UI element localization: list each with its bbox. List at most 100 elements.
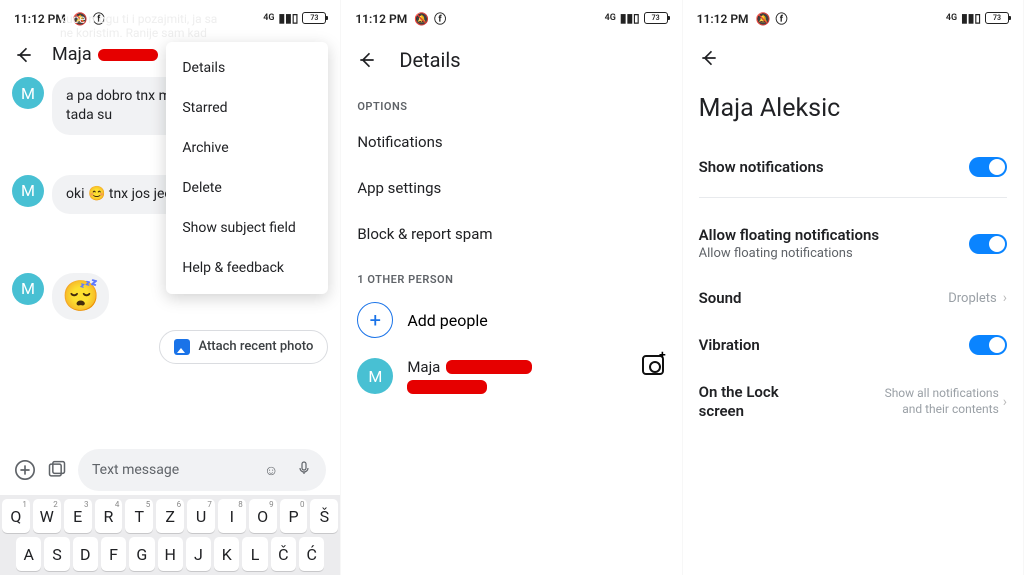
facebook-icon: ⓕ [434, 12, 446, 26]
avatar[interactable]: M [12, 77, 44, 109]
option-notifications[interactable]: Notifications [341, 119, 681, 165]
person-row[interactable]: M Maja [341, 348, 681, 404]
vibration-row[interactable]: Vibration [683, 321, 1023, 369]
floating-notifications-row[interactable]: Allow floating notifications Allow float… [683, 212, 1023, 275]
battery-icon: 73 [985, 12, 1009, 24]
key-Q[interactable]: Q1 [2, 499, 30, 533]
toggle-switch[interactable] [969, 234, 1007, 254]
menu-item-delete[interactable]: Delete [166, 168, 328, 208]
menu-item-show-subject-field[interactable]: Show subject field [166, 208, 328, 248]
section-label-options: OPTIONS [341, 84, 681, 119]
sound-row[interactable]: Sound Droplets › [683, 275, 1023, 321]
volte-icon: 4G [605, 13, 616, 23]
key-F[interactable]: F [101, 537, 126, 571]
attach-suggestion-row: Attach recent photo [12, 330, 328, 364]
message-input[interactable]: Text message ☺ [78, 449, 326, 491]
lock-screen-row[interactable]: On the Lock screen Show all notification… [683, 369, 1023, 435]
chevron-right-icon: › [1003, 393, 1007, 411]
key-P[interactable]: P0 [280, 499, 308, 533]
gallery-button[interactable] [46, 459, 68, 481]
key-T[interactable]: T5 [125, 499, 153, 533]
back-button[interactable] [699, 48, 719, 68]
back-button[interactable] [357, 50, 377, 70]
redacted-lastname [446, 360, 532, 374]
avatar: M [357, 358, 393, 394]
row-label: Vibration [699, 336, 760, 354]
avatar[interactable]: M [12, 175, 44, 207]
divider [699, 197, 1007, 198]
option-app-settings[interactable]: App settings [341, 165, 681, 211]
page-title: Maja Aleksic [683, 84, 1023, 143]
attach-recent-photo-button[interactable]: Attach recent photo [159, 330, 328, 364]
redacted-lastname [98, 49, 158, 61]
key-Š[interactable]: Š [310, 499, 338, 533]
message-composer: Text message ☺ [0, 449, 340, 491]
volte-icon: 4G [946, 13, 957, 23]
key-E[interactable]: E3 [64, 499, 92, 533]
person-name-prefix: Maja [407, 358, 440, 376]
toggle-switch[interactable] [969, 335, 1007, 355]
key-Č[interactable]: Č [271, 537, 296, 571]
page-title: Details [399, 48, 460, 72]
battery-icon: 73 [644, 12, 668, 24]
row-value: Droplets [948, 291, 997, 306]
status-time: 11:12 PM [14, 12, 66, 26]
key-S[interactable]: S [44, 537, 69, 571]
facebook-icon: ⓕ [775, 12, 787, 26]
key-Z[interactable]: Z6 [156, 499, 184, 533]
back-button[interactable] [14, 45, 34, 65]
overflow-menu: DetailsStarredArchiveDeleteShow subject … [166, 42, 328, 294]
show-notifications-row[interactable]: Show notifications [683, 143, 1023, 191]
key-R[interactable]: R4 [95, 499, 123, 533]
add-icon: + [357, 302, 393, 338]
key-K[interactable]: K [214, 537, 239, 571]
key-O[interactable]: O9 [249, 499, 277, 533]
status-time: 11:12 PM [355, 12, 407, 26]
key-W[interactable]: W2 [33, 499, 61, 533]
menu-item-starred[interactable]: Starred [166, 88, 328, 128]
message-bubble-emoji: 😴 [52, 273, 109, 320]
row-value: Show all notifications and their content… [867, 386, 999, 417]
option-block-report-spam[interactable]: Block & report spam [341, 211, 681, 257]
redacted-phone [407, 380, 487, 394]
screen-chat: kuce mogu ti i pozajmiti, ja sane korist… [0, 0, 341, 575]
key-J[interactable]: J [186, 537, 211, 571]
key-I[interactable]: I8 [218, 499, 246, 533]
add-people-label: Add people [407, 311, 487, 330]
signal-icon: ▮▮▯ [961, 11, 981, 25]
key-A[interactable]: A [16, 537, 41, 571]
ghost-prev-text: kuce mogu ti i pozajmiti, ja sane korist… [60, 12, 310, 41]
key-G[interactable]: G [129, 537, 154, 571]
key-L[interactable]: L [242, 537, 267, 571]
chat-title: Maja [52, 44, 92, 65]
message-placeholder: Text message [92, 462, 179, 478]
key-D[interactable]: D [73, 537, 98, 571]
camera-add-icon[interactable] [642, 355, 664, 375]
key-U[interactable]: U7 [187, 499, 215, 533]
toggle-switch[interactable] [969, 157, 1007, 177]
keyboard[interactable]: Q1W2E3R4T5Z6U7I8O9P0Š ASDFGHJKLČĆ [0, 495, 340, 575]
screen-notification-settings: 11:12 PM 🔕 ⓕ 4G ▮▮▯ 73 Maja Aleksic Show… [683, 0, 1024, 575]
row-label: On the Lock screen [699, 383, 809, 421]
add-button[interactable] [14, 459, 36, 481]
signal-icon: ▮▮▯ [620, 11, 640, 25]
add-people-row[interactable]: + Add people [341, 292, 681, 348]
section-label-people: 1 OTHER PERSON [341, 257, 681, 292]
menu-item-help-feedback[interactable]: Help & feedback [166, 248, 328, 288]
attach-label: Attach recent photo [198, 339, 313, 354]
status-bar: 11:12 PM 🔕 ⓕ 4G ▮▮▯ 73 [683, 0, 1023, 36]
row-label: Sound [699, 289, 742, 307]
emoji-button[interactable]: ☺ [264, 462, 278, 479]
status-time: 11:12 PM [697, 12, 749, 26]
menu-item-archive[interactable]: Archive [166, 128, 328, 168]
menu-item-details[interactable]: Details [166, 48, 328, 88]
status-bar: 11:12 PM 🔕 ⓕ 4G ▮▮▯ 73 [341, 0, 681, 36]
key-Ć[interactable]: Ć [299, 537, 324, 571]
dnd-icon: 🔕 [756, 12, 771, 26]
details-header: Details [341, 36, 681, 84]
mic-button[interactable] [296, 459, 312, 481]
key-H[interactable]: H [158, 537, 183, 571]
row-label: Allow floating notifications [699, 226, 879, 244]
avatar[interactable]: M [12, 273, 44, 305]
chevron-right-icon: › [1003, 290, 1007, 306]
